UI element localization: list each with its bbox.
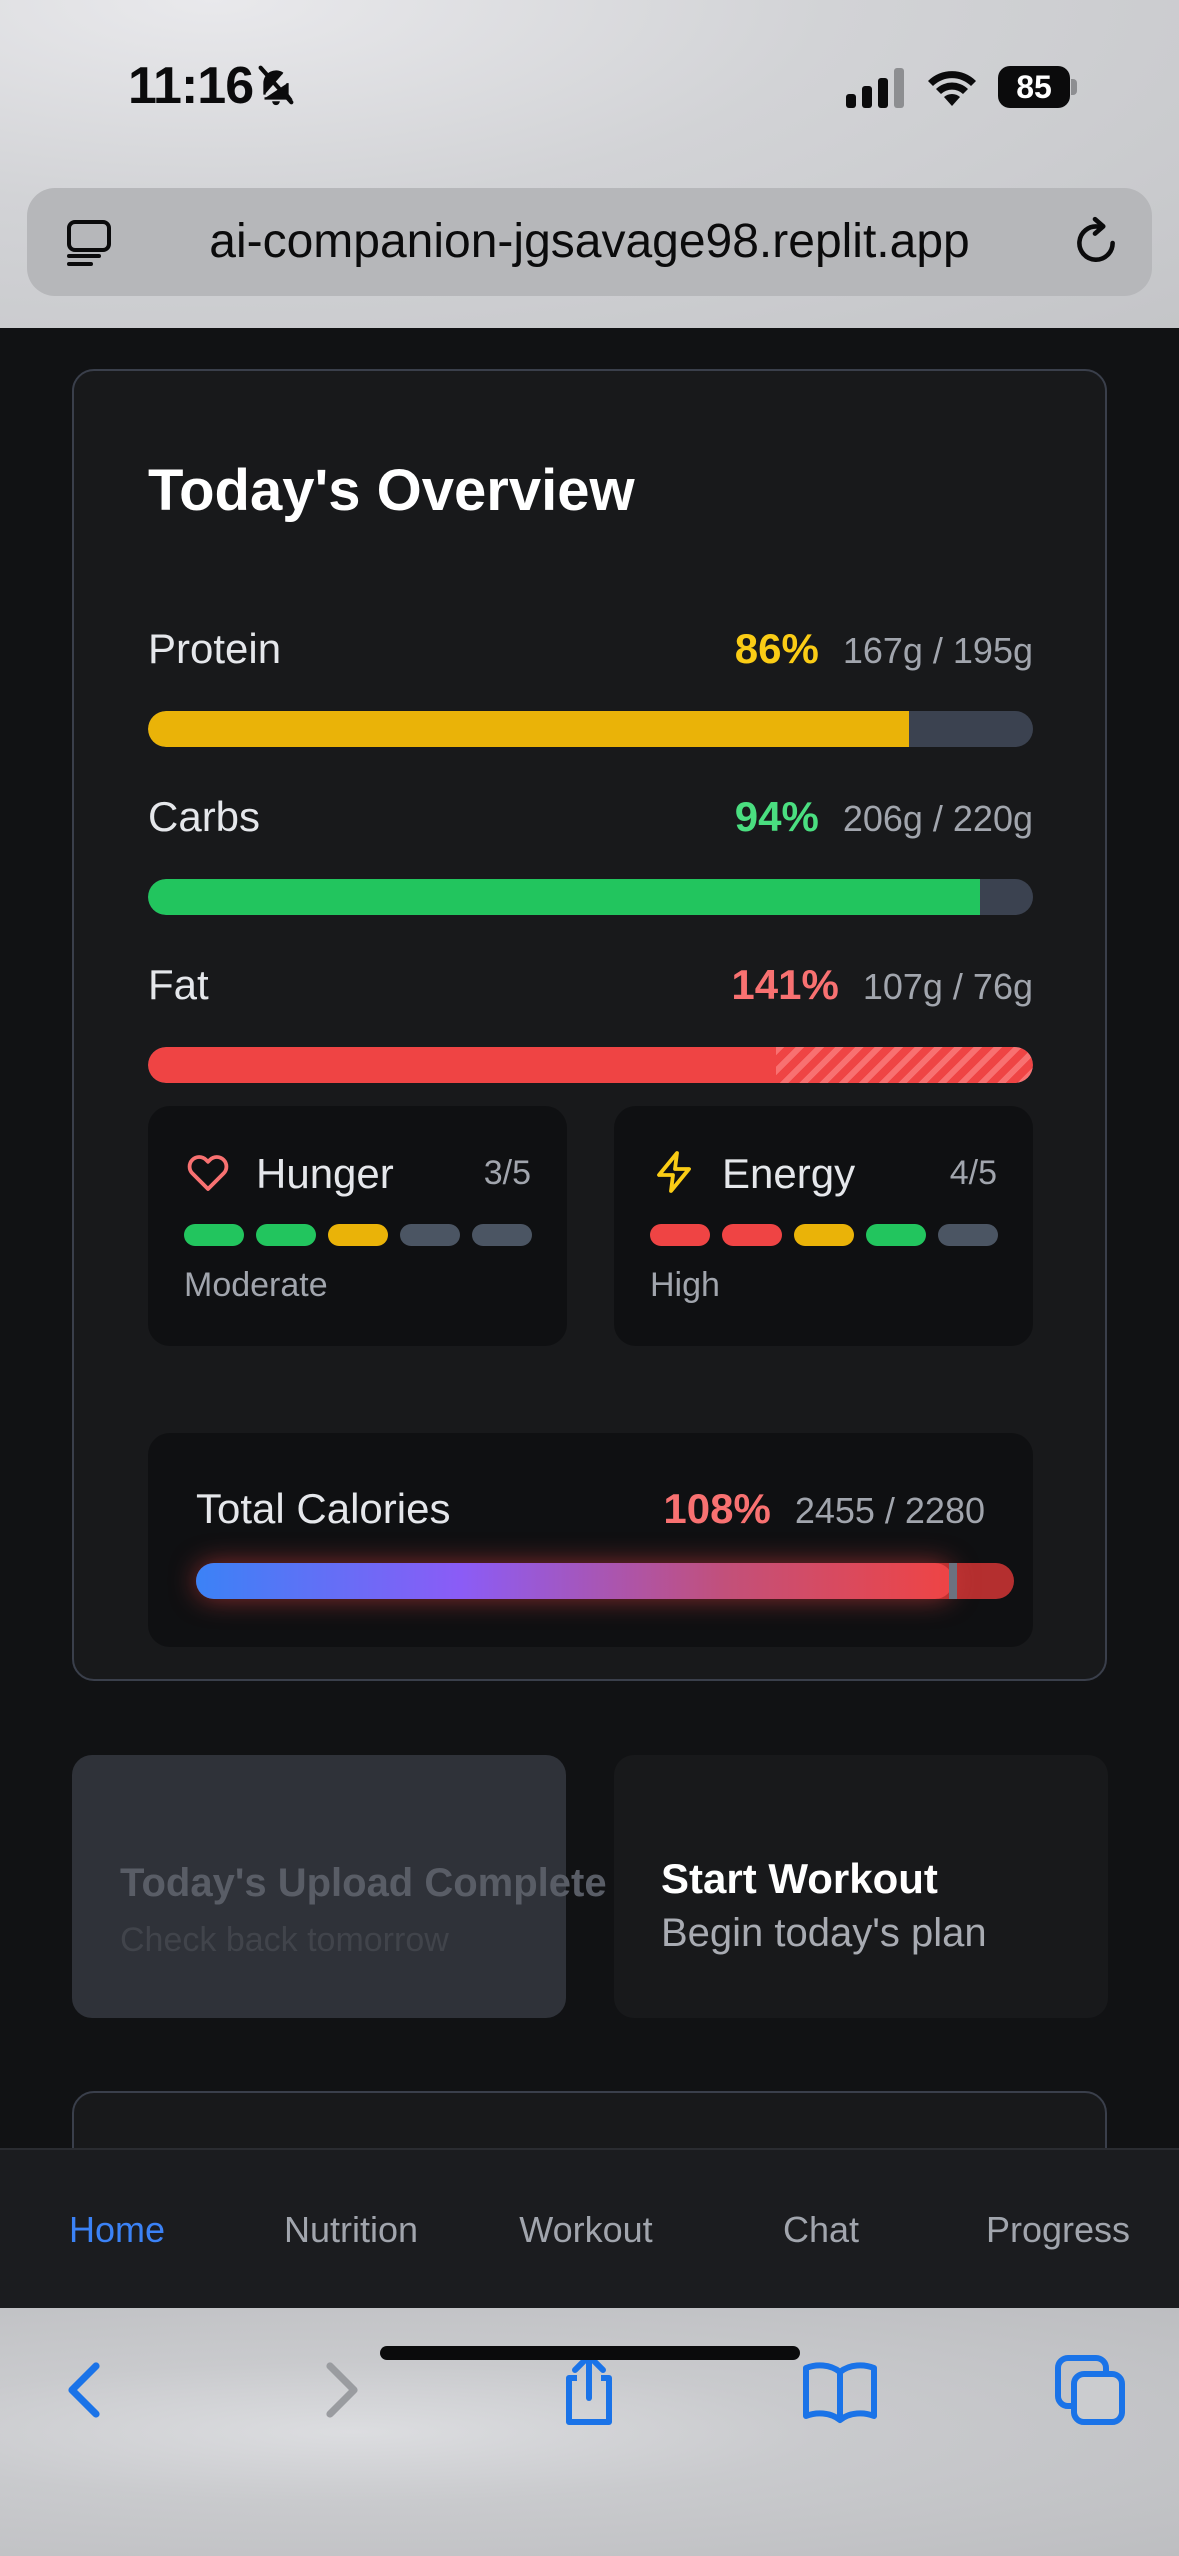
calories-card: Total Calories 108% 2455 / 2280 — [148, 1433, 1033, 1647]
energy-description: High — [650, 1266, 720, 1304]
url-text[interactable]: ai-companion-jgsavage98.replit.app — [27, 188, 1152, 296]
upload-subtitle: Check back tomorrow — [120, 1921, 449, 1959]
cellular-signal-icon — [846, 68, 904, 108]
forward-icon[interactable] — [300, 2350, 380, 2430]
level-pill — [722, 1224, 782, 1246]
macro-fat: Fat 141% 107g / 76g — [148, 961, 1033, 1083]
energy-score: 4/5 — [949, 1154, 997, 1192]
calories-goal-marker — [949, 1563, 958, 1599]
calories-label: Total Calories — [196, 1485, 451, 1532]
progress-fill — [148, 1047, 776, 1083]
upload-complete-card: Today's Upload Complete Check back tomor… — [72, 1755, 607, 2018]
battery-icon: 85 — [998, 66, 1078, 108]
macro-percent: 86% — [734, 625, 819, 672]
level-pill — [184, 1224, 244, 1246]
nav-chat[interactable]: Chat — [726, 2150, 916, 2310]
level-pill — [938, 1224, 998, 1246]
hunger-card: Hunger 3/5 Moderate — [148, 1106, 567, 1346]
macro-amount: 206g / 220g — [842, 798, 1033, 839]
battery-level: 85 — [1016, 69, 1052, 105]
progress-track — [148, 879, 1033, 915]
overview-card: Today's Overview Protein 86% 167g / 195g… — [72, 369, 1107, 1681]
home-indicator — [380, 2346, 800, 2360]
reload-icon[interactable] — [1069, 216, 1123, 270]
level-pill — [400, 1224, 460, 1246]
nav-progress[interactable]: Progress — [963, 2150, 1153, 2310]
nav-workout[interactable]: Workout — [491, 2150, 681, 2310]
calories-track — [196, 1563, 1014, 1599]
macro-percent: 141% — [731, 961, 839, 1008]
upload-title: Today's Upload Complete — [120, 1861, 607, 1905]
hunger-label: Hunger — [256, 1150, 394, 1197]
back-icon[interactable] — [46, 2350, 126, 2430]
macro-percent: 94% — [734, 793, 819, 840]
address-bar[interactable]: ai-companion-jgsavage98.replit.app — [27, 188, 1152, 296]
wifi-icon — [928, 71, 976, 106]
bell-slash-icon — [258, 65, 294, 106]
progress-track — [148, 1047, 1033, 1083]
lightning-icon — [657, 1151, 691, 1193]
level-pill — [328, 1224, 388, 1246]
calories-amount: 2455 / 2280 — [794, 1490, 985, 1531]
workout-title: Start Workout — [661, 1855, 938, 1902]
macro-carbs: Carbs 94% 206g / 220g — [148, 793, 1033, 915]
level-pill — [472, 1224, 532, 1246]
progress-track — [148, 711, 1033, 747]
heart-icon — [187, 1155, 229, 1191]
overview-title: Today's Overview — [148, 458, 635, 523]
level-pill — [794, 1224, 854, 1246]
overflow-stripe — [775, 1047, 1033, 1083]
calories-percent: 108% — [663, 1485, 771, 1532]
page-content: Today's Overview Protein 86% 167g / 195g… — [0, 328, 1179, 2150]
level-pill — [866, 1224, 926, 1246]
browser-top-chrome: 11:16 85 ai-companion-jgsavage98.replit.… — [0, 0, 1179, 328]
nav-home[interactable]: Home — [22, 2150, 212, 2310]
energy-card: Energy 4/5 High — [614, 1106, 1033, 1346]
macro-label: Carbs — [148, 793, 261, 840]
hunger-description: Moderate — [184, 1266, 328, 1304]
share-icon[interactable] — [549, 2350, 629, 2430]
progress-fill — [148, 879, 980, 915]
macro-label: Protein — [148, 625, 282, 672]
status-time: 11:16 — [128, 57, 254, 115]
bookmarks-icon[interactable] — [800, 2350, 880, 2430]
energy-pills — [650, 1224, 998, 1246]
macro-amount: 107g / 76g — [862, 966, 1033, 1007]
next-section-card — [72, 2091, 1107, 2150]
nav-nutrition[interactable]: Nutrition — [256, 2150, 446, 2310]
level-pill — [650, 1224, 710, 1246]
progress-fill — [148, 711, 910, 747]
tabs-icon[interactable] — [1050, 2350, 1130, 2430]
macro-amount: 167g / 195g — [842, 630, 1033, 671]
level-pill — [256, 1224, 316, 1246]
macro-label: Fat — [148, 961, 209, 1008]
energy-label: Energy — [722, 1150, 856, 1197]
start-workout-button[interactable]: Start Workout Begin today's plan — [614, 1755, 1108, 2018]
app-bottom-nav: Home Nutrition Workout Chat Progress — [0, 2148, 1179, 2308]
hunger-pills — [184, 1224, 532, 1246]
macro-protein: Protein 86% 167g / 195g — [148, 625, 1033, 747]
calories-fill — [196, 1563, 954, 1599]
workout-subtitle: Begin today's plan — [661, 1911, 987, 1955]
hunger-score: 3/5 — [483, 1154, 531, 1192]
